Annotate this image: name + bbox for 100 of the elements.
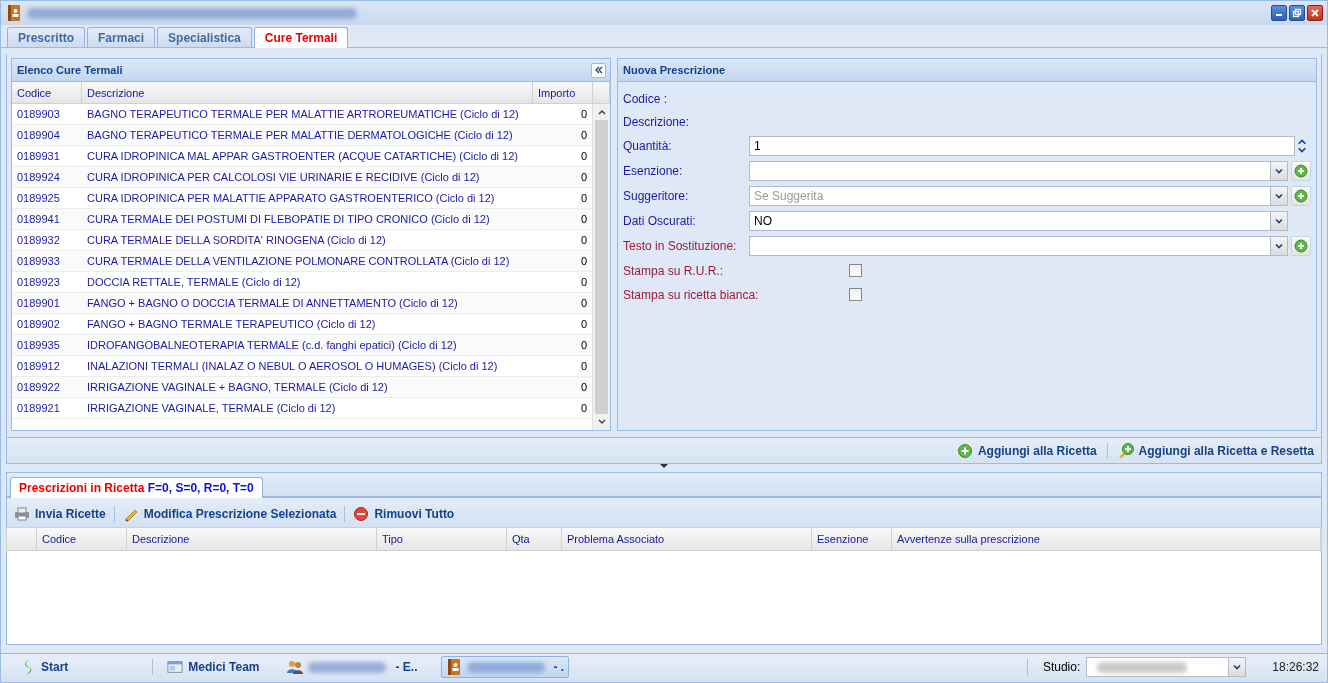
column-header[interactable]: Codice [37, 528, 127, 550]
description-cell-text: BAGNO TERAPEUTICO TERMALE PER MALATTIE ARTROREUMATICHE (Ciclo di 12) [86, 108, 520, 120]
send-button[interactable]: Invia Ricette [11, 503, 109, 524]
plus-icon [1294, 164, 1308, 178]
scroll-down-icon[interactable] [596, 418, 607, 426]
book-icon [445, 659, 462, 675]
table-row[interactable]: 0189933 CURA TERMALE DELLA VENTILAZIONE POLMONARE CONTROLLATA (Ciclo di 12) 0 [12, 251, 592, 272]
field-label: Stampa su R.U.R.: [623, 263, 725, 278]
taskbar-item[interactable]: - E.. [282, 656, 423, 678]
collapse-button[interactable] [591, 62, 606, 78]
code-cell-text: 0189925 [16, 192, 61, 204]
column-header[interactable]: Problema Associato [562, 528, 812, 550]
field-label: Testo in Sostituzione: [623, 239, 738, 253]
column-header[interactable]: Qta [507, 528, 562, 550]
close-icon [1310, 8, 1320, 18]
add-button[interactable] [1291, 236, 1311, 256]
tab[interactable]: Prescrizioni in Ricetta F=0, S=0, R=0, T=0 [10, 477, 263, 498]
studio-dropdown[interactable] [1086, 657, 1247, 677]
amount-cell-text: 0 [579, 192, 588, 204]
code-cell-text: 0189923 [16, 276, 61, 288]
amount-cell-text: 0 [579, 234, 588, 246]
dropdown-field[interactable] [749, 236, 1288, 256]
minimize-button[interactable] [1271, 5, 1287, 21]
field-label: Suggeritore: [623, 189, 690, 203]
description-cell-text: DOCCIA RETTALE, TERMALE (Ciclo di 12) [86, 276, 302, 288]
taskbar-item[interactable]: - . [440, 656, 570, 678]
window-icon [167, 659, 184, 675]
table-row[interactable]: 0189922 IRRIGAZIONE VAGINALE + BAGNO, TERMALE (Ciclo di 12) 0 [12, 377, 592, 398]
edit-button[interactable]: Modifica Prescrizione Selezionata [119, 503, 340, 524]
tab[interactable]: Farmaci [87, 27, 156, 47]
amount-cell-text: 0 [579, 171, 588, 183]
table-row[interactable]: 0189921 IRRIGAZIONE VAGINALE, TERMALE (Ciclo di 12) 0 [12, 398, 592, 419]
table-row[interactable]: 0189935 IDROFANGOBALNEOTERAPIA TERMALE (c.d. fanghi epatici) (Ciclo di 12) 0 [12, 335, 592, 356]
column-header[interactable]: Esenzione [812, 528, 892, 550]
scroll-up-icon[interactable] [596, 108, 607, 116]
code-cell-text: 0189932 [16, 234, 61, 246]
users-icon [287, 659, 304, 675]
column-header[interactable]: Codice [12, 82, 82, 103]
description-cell-text: CURA TERMALE DEI POSTUMI DI FLEBOPATIE DI TIPO CRONICO (Ciclo di 12) [86, 213, 491, 225]
tab[interactable]: Cure Termali [253, 27, 349, 48]
dropdown-field[interactable]: NO [749, 211, 1288, 231]
add-button[interactable] [1291, 161, 1311, 181]
column-header[interactable]: Descrizione [127, 528, 377, 550]
add-button[interactable]: Aggiungi alla Ricetta [953, 440, 1100, 461]
minus-icon [353, 505, 370, 522]
table-row[interactable]: 0189904 BAGNO TERAPEUTICO TERMALE PER MALATTIE DERMATOLOGICHE (Ciclo di 12) 0 [12, 125, 592, 146]
tab[interactable]: Specialistica [157, 27, 252, 47]
code-cell-text: 0189924 [16, 171, 61, 183]
panel-title: Nuova Prescrizione [623, 64, 726, 76]
amount-cell-text: 0 [579, 297, 588, 309]
column-header[interactable]: Tipo [377, 528, 507, 550]
code-cell-text: 0189903 [16, 108, 61, 120]
amount-cell-text: 0 [579, 318, 588, 330]
amount-cell-text: 0 [579, 276, 588, 288]
amount-cell-text: 0 [579, 402, 588, 414]
table-row[interactable]: 0189924 CURA IDROPINICA PER CALCOLOSI VIE URINARIE E RECIDIVE (Ciclo di 12) 0 [12, 167, 592, 188]
add-button[interactable]: Aggiungi alla Ricetta e Resetta [1114, 440, 1317, 461]
printer-icon [14, 505, 30, 522]
code-cell-text: 0189901 [16, 297, 61, 309]
plus-broom-icon [1117, 442, 1134, 459]
tab[interactable]: Prescritto [7, 27, 86, 47]
field-label: Stampa su ricetta bianca: [623, 287, 760, 302]
start-button[interactable]: Start [15, 656, 74, 678]
description-cell-text: CURA TERMALE DELLA VENTILAZIONE POLMONARE CONTROLLATA (Ciclo di 12) [86, 255, 511, 267]
description-cell-text: BAGNO TERAPEUTICO TERMALE PER MALATTIE DERMATOLOGICHE (Ciclo di 12) [86, 129, 514, 141]
table-row[interactable]: 0189901 FANGO + BAGNO O DOCCIA TERMALE DI ANNETTAMENTO (Ciclo di 12) 0 [12, 293, 592, 314]
code-cell-text: 0189921 [16, 402, 61, 414]
scrollbar[interactable] [592, 104, 610, 430]
description-cell-text: IRRIGAZIONE VAGINALE, TERMALE (Ciclo di 12) [86, 402, 337, 414]
add-button[interactable] [1291, 186, 1311, 206]
close-button[interactable] [1307, 5, 1323, 21]
field-label: Esenzione: [623, 164, 684, 178]
description-cell-text: FANGO + BAGNO O DOCCIA TERMALE DI ANNETTAMENTO (Ciclo di 12) [86, 297, 459, 309]
amount-cell-text: 0 [579, 108, 588, 120]
dropdown-field[interactable] [749, 161, 1288, 181]
code-cell-text: 0189933 [16, 255, 61, 267]
code-cell-text: 0189904 [16, 129, 61, 141]
restore-button[interactable] [1289, 5, 1305, 21]
description-cell-text: FANGO + BAGNO TERMALE TERAPEUTICO (Ciclo di 12) [86, 318, 377, 330]
panel-title: Elenco Cure Termali [17, 64, 123, 76]
code-cell-text: 0189941 [16, 213, 61, 225]
amount-cell-text: 0 [579, 339, 588, 351]
description-cell-text: CURA IDROPINICA PER MALATTIE APPARATO GASTROENTERICO (Ciclo di 12) [86, 192, 496, 204]
quantity-field[interactable]: 1 [749, 136, 1295, 156]
remove-button[interactable]: Rimuovi Tutto [350, 503, 458, 524]
field-label: Descrizione: [623, 115, 691, 129]
checkbox[interactable] [849, 288, 862, 301]
column-header[interactable]: Descrizione [82, 82, 533, 103]
studio-label: Studio: [1042, 660, 1081, 674]
plus-icon [1294, 239, 1308, 253]
code-cell-text: 0189931 [16, 150, 61, 162]
checkbox[interactable] [849, 264, 862, 277]
restore-icon [1292, 8, 1302, 18]
clock: 18:26:32 [1272, 660, 1319, 674]
amount-cell-text: 0 [579, 150, 588, 162]
column-header[interactable]: Importo [533, 82, 593, 103]
field-label: Dati Oscurati: [623, 214, 697, 228]
taskbar-item[interactable]: Medici Team [162, 656, 265, 678]
column-header[interactable]: Avvertenze sulla prescrizione [892, 528, 1321, 550]
table-row[interactable]: 0189941 CURA TERMALE DEI POSTUMI DI FLEBOPATIE DI TIPO CRONICO (Ciclo di 12) 0 [12, 209, 592, 230]
